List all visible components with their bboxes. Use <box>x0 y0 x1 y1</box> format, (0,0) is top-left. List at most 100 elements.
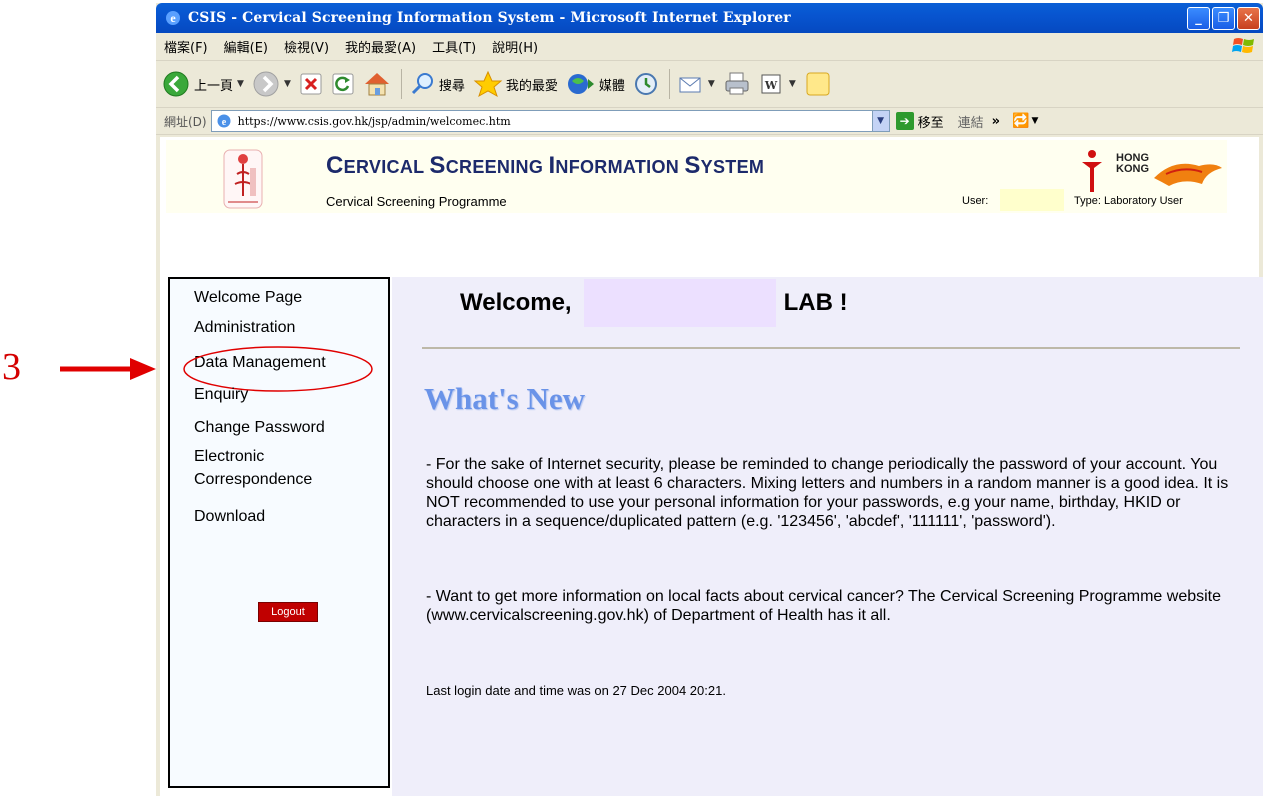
home-icon <box>364 73 389 96</box>
sidebar-item-electronic-correspondence[interactable]: Electronic Correspondence <box>194 448 312 489</box>
translate-icon[interactable]: 🔁 <box>1012 113 1029 129</box>
ie-window-icon: e <box>166 11 180 25</box>
print-button[interactable] <box>723 71 751 97</box>
address-url: https://www.csis.gov.hk/jsp/admin/welcom… <box>237 114 511 128</box>
back-button[interactable]: 上一頁 ▼ <box>162 70 244 98</box>
mail-dropdown-icon[interactable]: ▼ <box>708 79 715 89</box>
toolbar-separator <box>668 69 670 99</box>
title-bar: e CSIS - Cervical Screening Information … <box>156 3 1263 33</box>
word-icon: W <box>761 74 781 94</box>
forward-icon <box>253 71 279 97</box>
media-label: 媒體 <box>598 78 625 94</box>
back-label: 上一頁 <box>194 78 234 94</box>
links-label[interactable]: 連結 <box>958 112 984 131</box>
title-part: CREENING <box>445 157 549 177</box>
user-label: User: <box>962 195 989 207</box>
folder-icon <box>806 72 830 96</box>
news-paragraph-cervical-info: - Want to get more information on local … <box>426 588 1222 624</box>
back-dropdown-icon[interactable]: ▼ <box>237 79 244 89</box>
mail-button[interactable]: ▼ <box>678 72 715 96</box>
favorites-button[interactable]: 我的最愛 <box>473 70 558 98</box>
address-dropdown-icon[interactable]: ▼ <box>872 110 890 132</box>
restore-button[interactable]: ❐ <box>1212 6 1235 30</box>
toolbar-separator <box>400 69 402 99</box>
logout-button[interactable]: Logout <box>258 602 318 622</box>
folder-button[interactable] <box>804 70 832 98</box>
media-button[interactable]: 媒體 <box>566 71 625 97</box>
media-icon <box>567 74 594 94</box>
close-button[interactable]: ✕ <box>1237 6 1260 30</box>
menu-help[interactable]: 說明(H) <box>484 37 546 56</box>
close-icon: ✕ <box>1243 10 1254 26</box>
title-cap: C <box>326 152 344 179</box>
search-icon <box>411 73 433 95</box>
address-input[interactable]: e https://www.csis.gov.hk/jsp/admin/welc… <box>210 110 873 132</box>
word-button[interactable]: W ▼ <box>759 72 796 96</box>
address-bar: 網址(D) e https://www.csis.gov.hk/jsp/admi… <box>156 108 1263 135</box>
annotation-arrow-icon <box>60 358 156 380</box>
menu-tools[interactable]: 工具(T) <box>424 37 484 56</box>
home-button[interactable] <box>363 71 391 97</box>
sidebar-item-enquiry[interactable]: Enquiry <box>194 386 248 404</box>
stop-icon <box>300 73 322 95</box>
hong-kong-logo-icon: HONG KONG <box>1076 148 1222 192</box>
whats-new-heading: What's New <box>424 381 586 416</box>
divider <box>422 347 1240 349</box>
title-part: ERVICAL <box>343 157 430 177</box>
title-cap: S <box>429 152 446 179</box>
menu-bar: 檔案(F) 編輯(E) 檢視(V) 我的最愛(A) 工具(T) 說明(H) <box>156 33 1263 61</box>
sidebar-item-download[interactable]: Download <box>194 508 265 526</box>
word-dropdown-icon[interactable]: ▼ <box>789 79 796 89</box>
last-login-text: Last login date and time was on 27 Dec 2… <box>426 683 726 698</box>
svg-text:e: e <box>221 117 226 128</box>
annotation-step-number: 3 <box>2 346 21 388</box>
address-label: 網址(D) <box>164 114 207 129</box>
go-label: 移至 <box>917 115 944 131</box>
svg-text:W: W <box>764 79 778 92</box>
menu-favorites[interactable]: 我的最愛(A) <box>337 37 424 56</box>
page-content: CERVICAL SCREENING INFORMATION SYSTEM Ce… <box>160 137 1263 796</box>
history-icon <box>634 73 657 95</box>
title-part: YSTEM <box>700 157 765 177</box>
hk-logo-text: KONG <box>1116 163 1149 175</box>
user-type-label: Type: Laboratory User <box>1074 195 1183 207</box>
stop-button[interactable] <box>299 72 323 96</box>
title-part: NFORMATION <box>555 157 685 177</box>
news-paragraph-security: - For the sake of Internet security, ple… <box>426 456 1229 530</box>
window-title: CSIS - Cervical Screening Information Sy… <box>188 10 791 26</box>
search-button[interactable]: 搜尋 <box>410 71 465 97</box>
restore-icon: ❐ <box>1217 10 1230 26</box>
back-icon <box>163 71 189 97</box>
search-label: 搜尋 <box>438 78 465 94</box>
sidebar-item-label: Electronic <box>194 448 265 465</box>
welcome-suffix: LAB ! <box>783 289 848 316</box>
refresh-button[interactable] <box>331 72 355 96</box>
sidebar-item-change-password[interactable]: Change Password <box>194 419 325 437</box>
programme-logo-icon <box>223 149 263 209</box>
mail-icon <box>679 77 701 93</box>
menu-file[interactable]: 檔案(F) <box>156 37 216 56</box>
forward-button[interactable]: ▼ <box>252 70 291 98</box>
favorites-label: 我的最愛 <box>505 78 558 94</box>
user-value <box>1000 189 1064 211</box>
menu-edit[interactable]: 編輯(E) <box>216 37 276 56</box>
minimize-button[interactable]: _ <box>1187 6 1210 30</box>
page-icon: e <box>217 114 231 128</box>
welcome-prefix: Welcome, <box>460 289 572 316</box>
sidebar-item-label: Correspondence <box>194 471 313 488</box>
programme-label: Cervical Screening Programme <box>326 194 507 209</box>
links-chevron-icon[interactable]: » <box>992 114 1000 129</box>
print-icon <box>725 72 749 95</box>
sidebar-item-data-management[interactable]: Data Management <box>183 346 373 392</box>
history-button[interactable] <box>633 71 659 97</box>
refresh-icon <box>332 73 354 95</box>
welcome-heading: Welcome, LAB ! <box>460 279 848 327</box>
minimize-icon: _ <box>1195 10 1202 26</box>
sidebar-item-welcome-page[interactable]: Welcome Page <box>194 289 302 307</box>
favorites-icon <box>473 70 503 98</box>
forward-dropdown-icon[interactable]: ▼ <box>284 79 291 89</box>
sidebar-item-administration[interactable]: Administration <box>194 319 295 337</box>
translate-dropdown-icon[interactable]: ▼ <box>1031 116 1038 126</box>
menu-view[interactable]: 檢視(V) <box>276 37 337 56</box>
go-button[interactable]: ➔ 移至 <box>895 112 944 131</box>
